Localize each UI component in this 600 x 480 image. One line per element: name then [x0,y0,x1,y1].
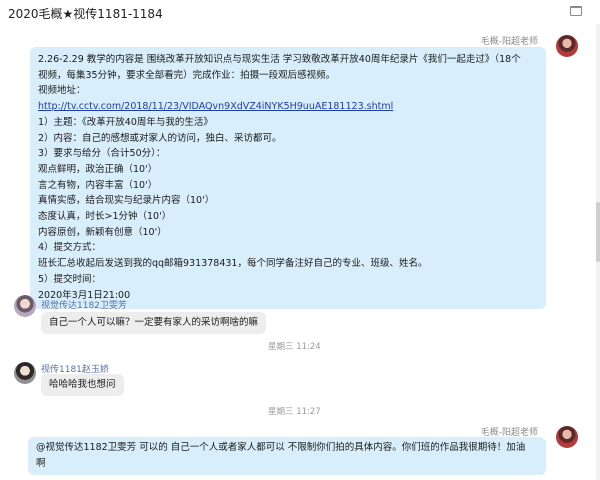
chat-scrollbar[interactable] [596,24,600,480]
video-link[interactable]: http://tv.cctv.com/2018/11/23/VIDAQvn9Xd… [38,99,538,115]
message-text: 哈哈哈我也想问 [49,379,116,390]
message-line: 态度认真，时长>1分钟（10'） [38,211,172,223]
student-avatar-zhao[interactable] [14,362,36,384]
message-line: 3）要求与给分（合计50分）： [38,148,166,160]
message-bubble-student-reply: 哈哈哈我也想问 [41,374,124,396]
message-sender-teacher: 毛概-阳超老师 [480,37,538,47]
message-timestamp: 星期三 11:27 [268,407,321,417]
chat-message-area[interactable]: 毛概-阳超老师 2.26-2.29 教学的内容是 围绕改革开放知识点与现实生活 … [0,24,596,480]
teacher-avatar[interactable] [556,426,578,448]
message-line: 2）内容：自己的感想或对家人的访问，独白、采访都可。 [38,132,282,144]
message-line: 4）提交方式： [38,242,102,254]
scrollbar-thumb[interactable] [596,202,600,262]
message-bubble-teacher-assignment: 2.26-2.29 教学的内容是 围绕改革开放知识点与现实生活 学习致敬改革开放… [30,47,546,309]
message-line: 视频地址： [38,85,86,97]
chat-title: 2020毛概★视传1181-1184 [8,7,163,21]
message-line: 2.26-2.29 教学的内容是 围绕改革开放知识点与现实生活 学习致敬改革开放… [38,54,521,65]
message-line: 班长汇总收起后发送到我的qq邮箱931378431，每个同学备注好自己的专业、班… [38,258,428,270]
message-bubble-teacher-reply: @视觉传达1182卫雯芳 可以的 自己一个人或者家人都可以 不限制你们拍的具体内… [28,437,546,475]
title-bar: 2020毛概★视传1181-1184 [0,0,600,24]
message-line: 5）提交时间： [38,273,102,285]
message-timestamp: 星期三 11:24 [268,342,321,352]
message-line: @视觉传达1182卫雯芳 可以的 自己一个人或者家人都可以 不限制你们拍的具体内… [36,442,526,453]
teacher-avatar[interactable] [556,35,578,57]
message-text: 自己一个人可以嘛？一定要有家人的采访啊啥的嘛 [49,317,259,328]
message-line: 视频，每集35分钟，要求全部看完）完成作业：拍摄一段观后感视频。 [38,69,336,81]
message-line: 言之有物，内容丰富（10'） [38,179,158,191]
message-line: 内容原创，新颖有创意（10'） [38,226,167,238]
message-line: 真情实感，结合现实与纪录片内容（10'） [38,195,215,207]
message-line: 1）主题：《改革开放40周年与我的生活》 [38,116,213,128]
message-line: 观点鲜明，政治正确（10'） [38,163,158,175]
maximize-window-icon[interactable] [570,6,582,16]
student-avatar-weiyun[interactable] [14,295,36,317]
message-sender-student: 视觉传达1182卫雯芳 [41,301,127,311]
message-line: 啊 [36,457,46,469]
message-bubble-student-question: 自己一个人可以嘛？一定要有家人的采访啊啥的嘛 [41,312,267,334]
